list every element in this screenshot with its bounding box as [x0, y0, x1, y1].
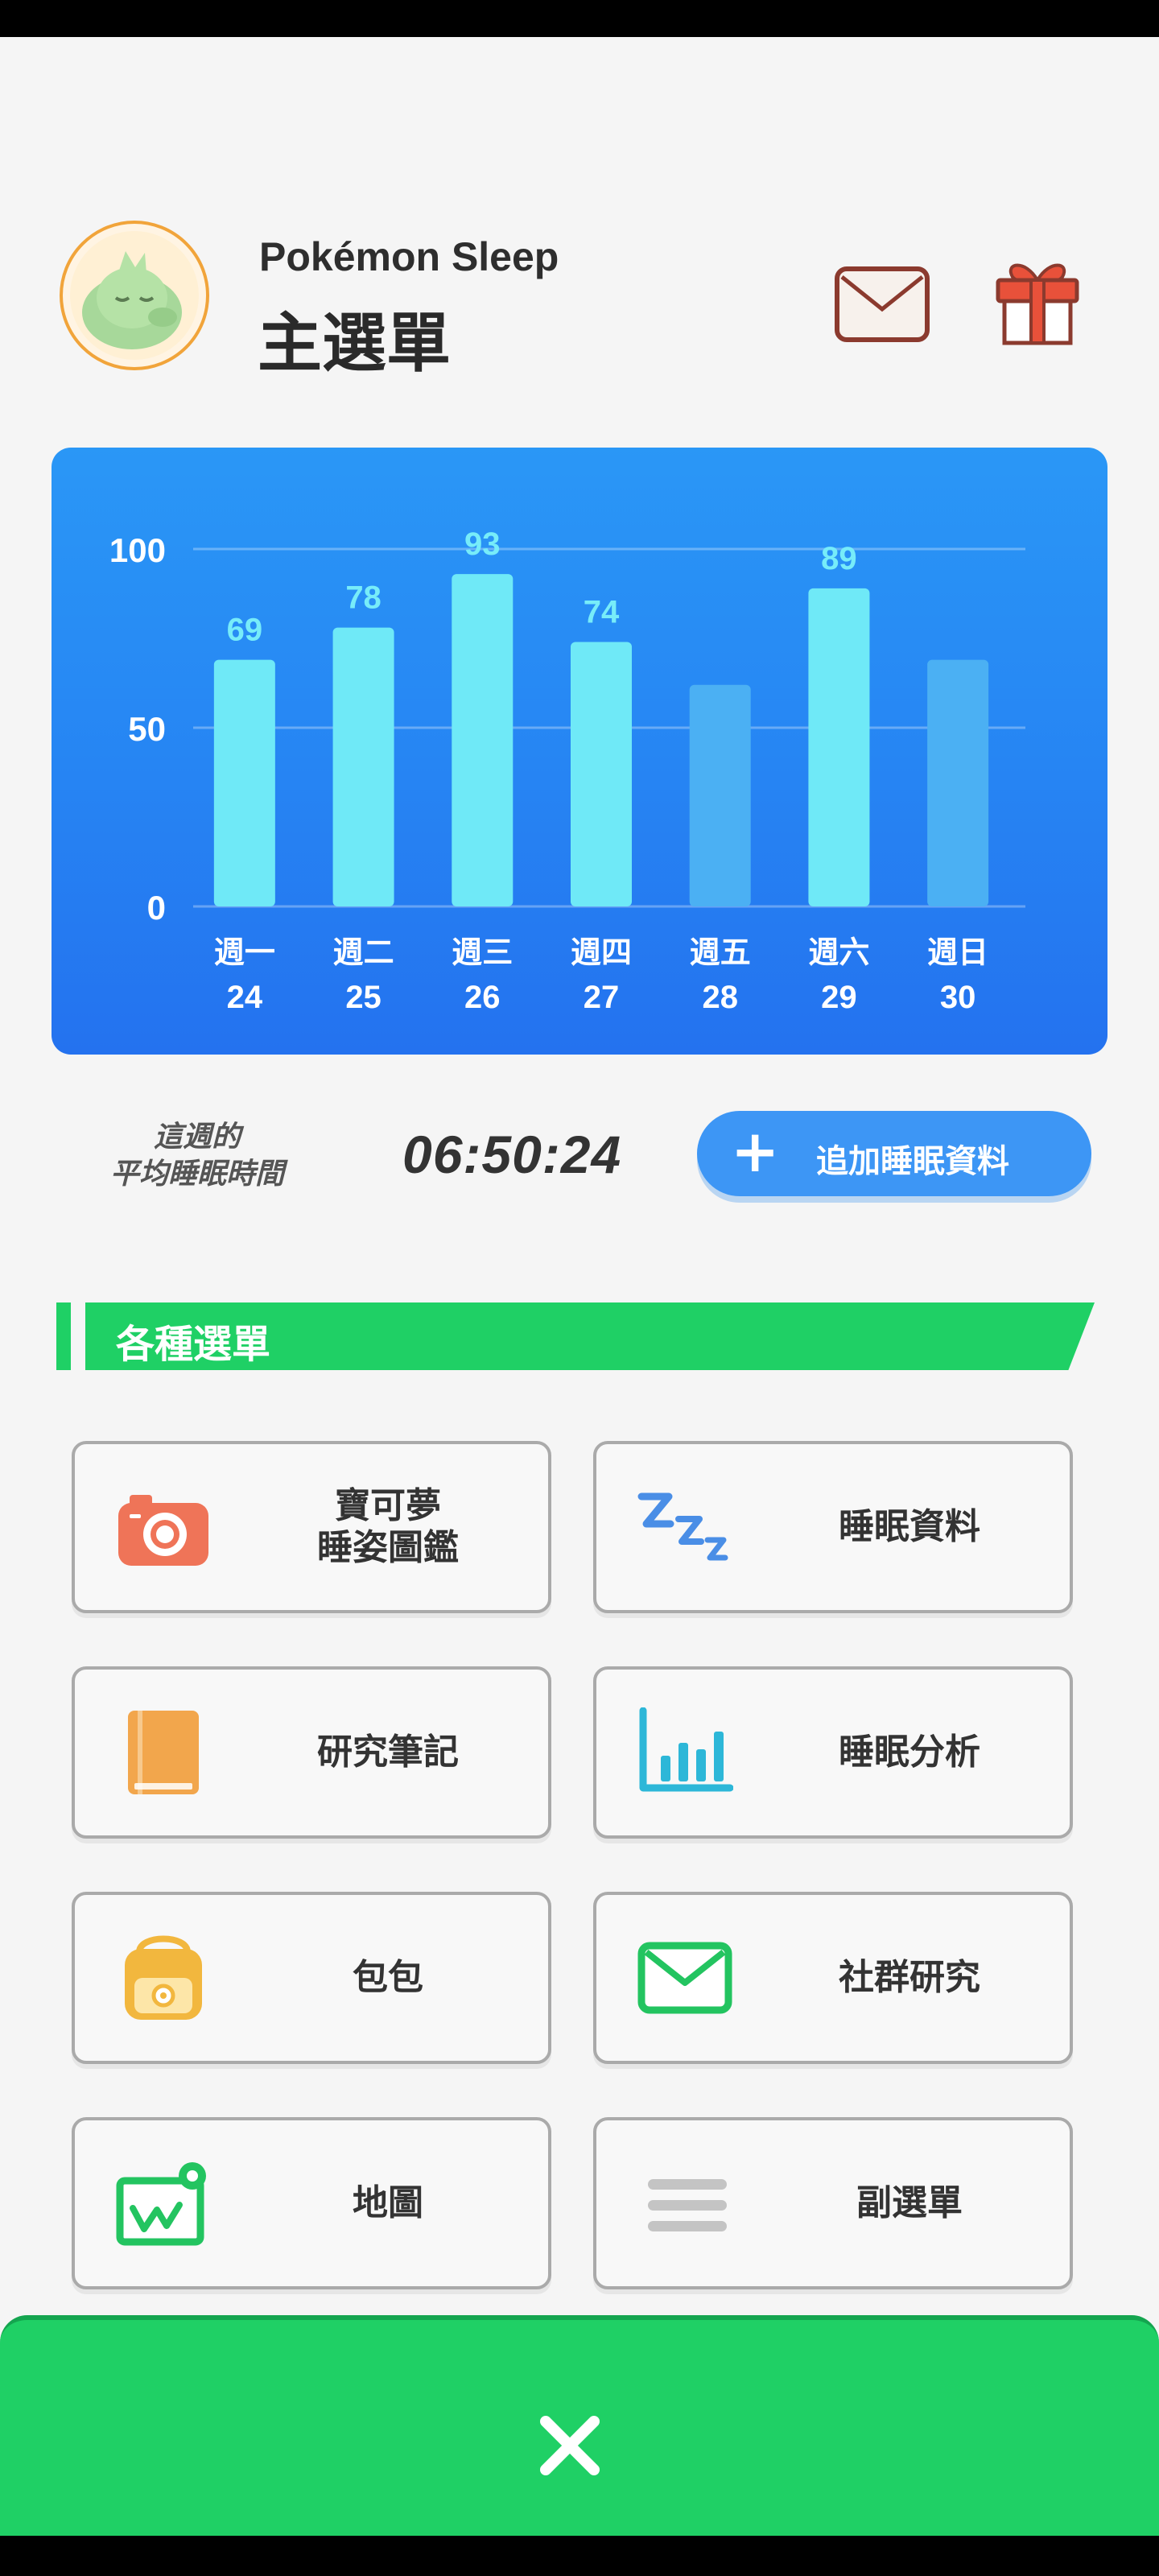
data-label: 93 — [464, 526, 501, 562]
add-sleep-data-label: 追加睡眠資料 — [816, 1143, 1009, 1180]
x-tick-day-label: 週一 — [214, 935, 275, 970]
avg-label-line2: 平均睡眠時間 — [109, 1158, 284, 1191]
x-tick-date-label: 24 — [227, 980, 263, 1015]
data-label: 69 — [227, 613, 263, 648]
bag-icon — [125, 1935, 202, 2020]
navigation-bar — [0, 2536, 1159, 2576]
section-accent-bar — [56, 1302, 71, 1370]
x-tick-day-label: 週日 — [927, 935, 988, 970]
notebook-icon — [128, 1711, 199, 1794]
y-tick-label: 50 — [128, 710, 166, 748]
plus-icon: + — [731, 1117, 780, 1185]
chart-bar — [571, 642, 632, 906]
add-sleep-data-button[interactable]: + 追加睡眠資料 — [697, 1111, 1091, 1196]
close-menu-button[interactable] — [0, 2315, 1159, 2549]
x-tick-day-label: 週二 — [333, 935, 394, 970]
x-tick-date-label: 28 — [702, 980, 738, 1015]
weekly-average-label: 這週的 平均睡眠時間 — [89, 1119, 306, 1193]
avatar[interactable] — [60, 221, 209, 370]
menu-label-bag: 包包 — [353, 1957, 423, 1998]
weekly-average-time: 06:50:24 — [402, 1125, 622, 1184]
data-label: 74 — [584, 594, 620, 630]
status-bar — [0, 0, 1159, 37]
avatar-pokemon-icon — [70, 231, 199, 360]
menu-label-sub-menu: 副選單 — [856, 2182, 963, 2223]
x-tick-day-label: 週五 — [690, 935, 751, 970]
chart-bar — [689, 684, 751, 906]
mail-icon — [637, 1942, 732, 2014]
x-tick-date-label: 26 — [464, 980, 501, 1015]
avg-label-line1: 這週的 — [153, 1121, 241, 1154]
menu-button-map[interactable]: 地圖 — [72, 2117, 551, 2289]
weekly-sleep-chart: 0 50 100 69 週一 24 78 週二 25 93 週三 26 74 週四 27 週五 28 89 週六 29… — [52, 448, 1107, 1055]
menu-label-sleep-data: 睡眠資料 — [839, 1506, 980, 1547]
x-tick-day-label: 週四 — [571, 935, 632, 970]
section-title: 各種選單 — [116, 1322, 271, 1367]
menu-label-map: 地圖 — [353, 2182, 423, 2223]
chart-bar — [332, 627, 394, 906]
x-tick-date-label: 27 — [584, 980, 620, 1015]
menu-button-community-research[interactable]: 社群研究 — [593, 1892, 1073, 2064]
chart-svg: 0 50 100 69 週一 24 78 週二 25 93 週三 26 74 週四 27 週五 28 89 週六 29… — [109, 526, 1025, 1015]
menu-label-sleep-analysis: 睡眠分析 — [839, 1732, 980, 1773]
page-title: 主選單 — [258, 306, 451, 381]
menu-button-bag[interactable]: 包包 — [72, 1892, 551, 2064]
map-icon — [116, 2162, 206, 2246]
y-tick-label: 0 — [147, 889, 166, 927]
chart-bar — [927, 659, 989, 906]
gift-icon — [996, 263, 1079, 345]
menu-button-research-notes[interactable]: 研究筆記 — [72, 1666, 551, 1839]
data-label: 78 — [345, 580, 382, 616]
x-tick-date-label: 25 — [345, 980, 382, 1015]
menu-label-research-notes: 研究筆記 — [317, 1732, 459, 1773]
x-tick-day-label: 週六 — [808, 935, 869, 970]
data-label: 89 — [821, 541, 857, 576]
gift-button[interactable] — [993, 256, 1082, 348]
x-tick-day-label: 週三 — [452, 935, 513, 970]
app-name: Pokémon Sleep — [259, 234, 559, 279]
close-icon — [540, 2416, 600, 2475]
chart-bar — [213, 659, 275, 906]
menu-button-sub-menu[interactable]: 副選單 — [593, 2117, 1073, 2289]
camera-icon — [118, 1495, 208, 1566]
menu-button-sleep-analysis[interactable]: 睡眠分析 — [593, 1666, 1073, 1839]
bar-chart-icon — [639, 1707, 733, 1792]
y-tick-label: 100 — [109, 531, 166, 569]
chart-bar — [452, 574, 514, 906]
menu-label-pokemon-sleep-style-dex: 寶可夢 睡姿圖鑑 — [317, 1485, 459, 1568]
mailbox-button[interactable] — [834, 266, 930, 346]
chart-bar — [808, 588, 870, 906]
menu-icon — [648, 2179, 727, 2231]
menu-button-sleep-data[interactable]: 睡眠資料 — [593, 1441, 1073, 1613]
menu-button-pokemon-sleep-style-dex[interactable]: 寶可夢 睡姿圖鑑 — [72, 1441, 551, 1613]
zzz-icon — [637, 1492, 728, 1561]
menu-label-community-research: 社群研究 — [839, 1957, 980, 1998]
x-tick-date-label: 30 — [940, 980, 976, 1015]
mail-envelope-icon — [835, 266, 930, 342]
x-tick-date-label: 29 — [821, 980, 857, 1015]
